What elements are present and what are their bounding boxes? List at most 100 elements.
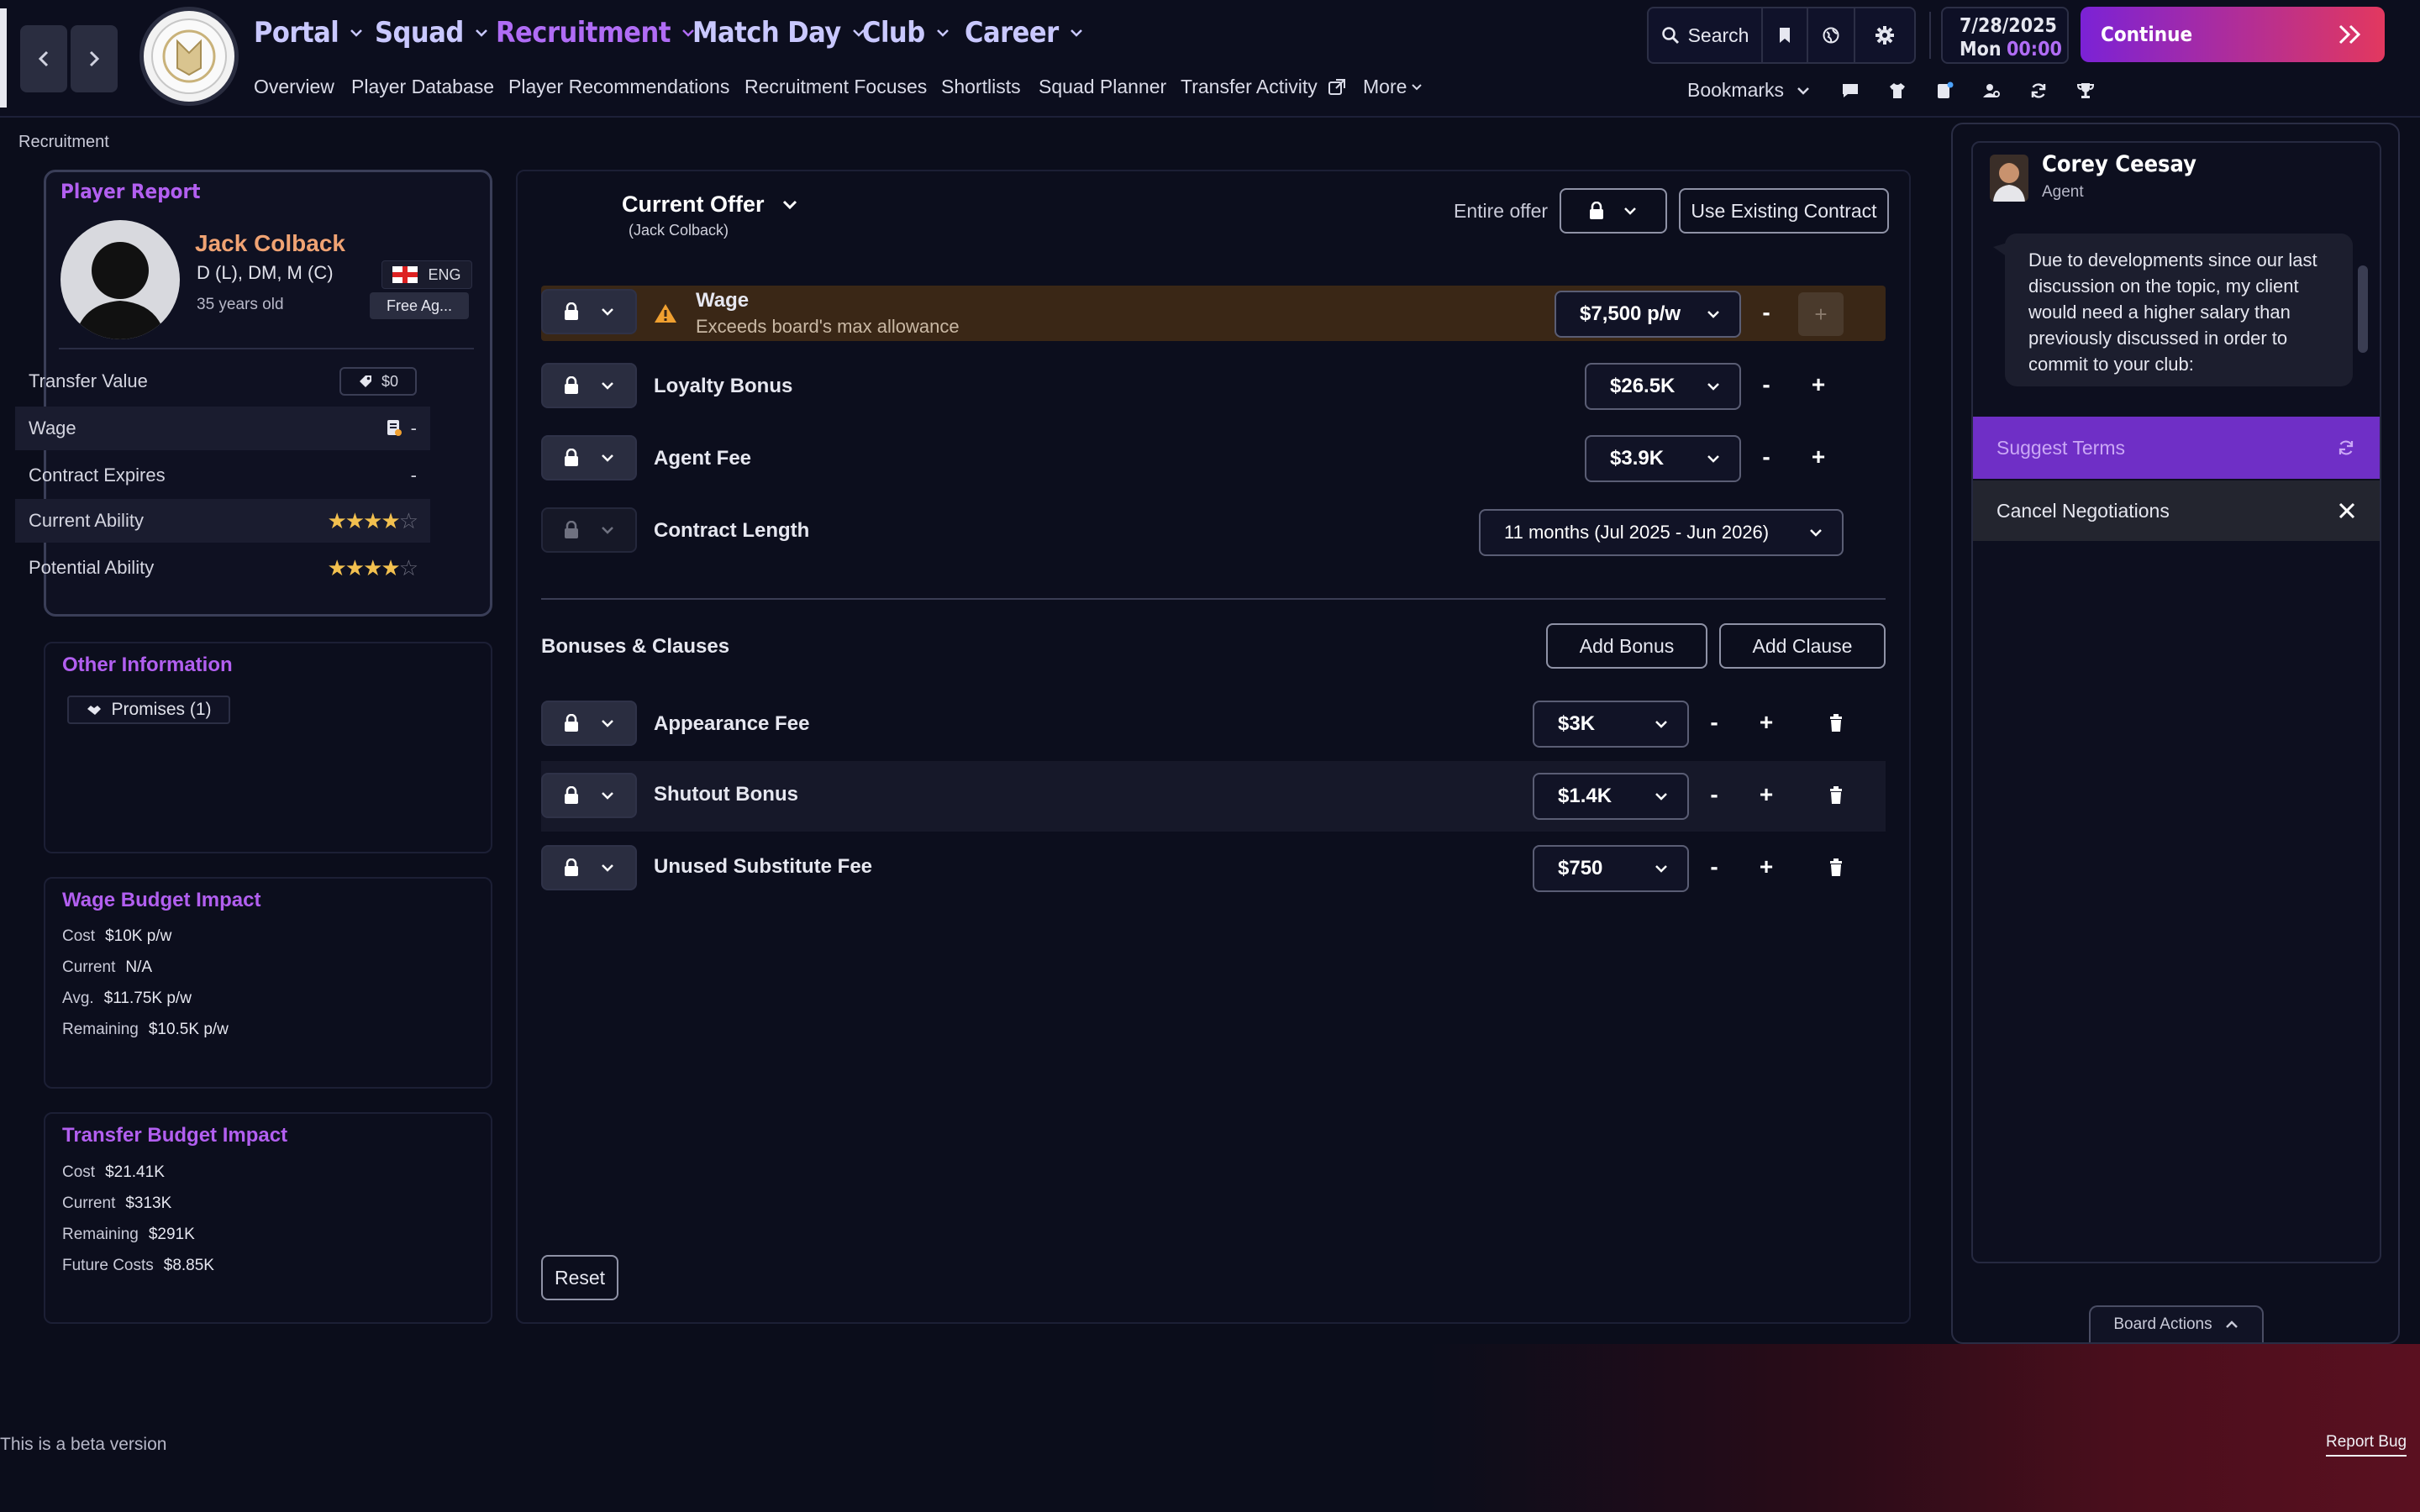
- back-button[interactable]: [20, 25, 67, 92]
- reset-button[interactable]: Reset: [541, 1255, 618, 1300]
- chat-scrollbar[interactable]: [2358, 265, 2368, 353]
- toolbar-group: Search: [1647, 7, 1916, 64]
- loyalty-bonus-dropdown[interactable]: $26.5K: [1585, 363, 1741, 410]
- game-date[interactable]: 7/28/2025 Mon 00:00: [1941, 7, 2069, 64]
- contract-length-label: Contract Length: [654, 519, 810, 542]
- agent-avatar[interactable]: [1990, 155, 2028, 202]
- wage-lock-dropdown[interactable]: [541, 289, 637, 334]
- wage-row: Wage -: [15, 407, 430, 450]
- wage-value-dropdown[interactable]: $7,500 p/w: [1555, 291, 1741, 338]
- agent-name[interactable]: Corey Ceesay: [2042, 151, 2196, 177]
- player-age: 35 years old: [197, 296, 284, 313]
- wage-decrease-button[interactable]: -: [1749, 299, 1783, 326]
- trophy-icon[interactable]: [2075, 81, 2096, 101]
- refresh-icon: [2338, 440, 2354, 455]
- unused-sub-fee-lock-dropdown[interactable]: [541, 845, 637, 890]
- unused-sub-fee-increase-button[interactable]: +: [1749, 853, 1783, 880]
- footer-decoration: [1428, 1344, 2420, 1512]
- cancel-negotiations-button[interactable]: Cancel Negotiations: [1973, 480, 2380, 541]
- agent-fee-lock-dropdown[interactable]: [541, 435, 637, 480]
- shutout-bonus-dropdown[interactable]: $1.4K: [1533, 773, 1689, 820]
- scout-icon[interactable]: [1981, 81, 2002, 101]
- report-bug-link[interactable]: Report Bug: [2326, 1433, 2407, 1457]
- wage-increase-button[interactable]: +: [1798, 292, 1844, 336]
- add-bonus-button[interactable]: Add Bonus: [1546, 623, 1707, 669]
- bonuses-clauses-title: Bonuses & Clauses: [541, 635, 730, 658]
- club-crest[interactable]: [139, 7, 239, 106]
- continue-button[interactable]: Continue: [2081, 7, 2385, 62]
- loyalty-lock-dropdown[interactable]: [541, 363, 637, 408]
- tactics-board-icon[interactable]: [1934, 81, 1954, 101]
- forward-button[interactable]: [71, 25, 118, 92]
- search-button[interactable]: Search: [1649, 8, 1763, 62]
- appearance-fee-lock-dropdown[interactable]: [541, 701, 637, 746]
- shutout-bonus-lock-dropdown[interactable]: [541, 773, 637, 818]
- loyalty-decrease-button[interactable]: -: [1749, 371, 1783, 398]
- appearance-fee-increase-button[interactable]: +: [1749, 709, 1783, 736]
- appearance-fee-dropdown[interactable]: $3K: [1533, 701, 1689, 748]
- search-icon: [1661, 27, 1679, 45]
- subnav-more[interactable]: More: [1363, 76, 1423, 98]
- trash-icon[interactable]: [1828, 714, 1844, 732]
- agent-fee-dropdown[interactable]: $3.9K: [1585, 435, 1741, 482]
- shutout-bonus-increase-button[interactable]: +: [1749, 781, 1783, 808]
- club-crest-icon: [151, 18, 227, 94]
- subnav-squad-planner[interactable]: Squad Planner: [1039, 76, 1166, 98]
- bookmark-button[interactable]: [1763, 8, 1808, 62]
- shutout-bonus-decrease-button[interactable]: -: [1697, 781, 1731, 808]
- quick-icons: [1840, 81, 2096, 101]
- world-button[interactable]: [1808, 8, 1855, 62]
- trash-icon[interactable]: [1828, 858, 1844, 877]
- agent-message: Due to developments since our last discu…: [2005, 234, 2353, 386]
- appearance-fee-label: Appearance Fee: [654, 712, 810, 735]
- player-report-title: Player Report: [60, 180, 201, 203]
- player-avatar[interactable]: [60, 220, 180, 339]
- transfer-value-badge[interactable]: $0: [339, 367, 417, 396]
- nav-squad[interactable]: Squad: [375, 12, 489, 54]
- promises-button[interactable]: Promises (1): [67, 696, 230, 724]
- trash-icon[interactable]: [1828, 786, 1844, 805]
- transfer-remaining-row: Remaining $291K: [62, 1226, 195, 1243]
- nav-career[interactable]: Career: [965, 12, 1084, 54]
- suggest-terms-button[interactable]: Suggest Terms: [1973, 417, 2380, 479]
- nav-match-day[interactable]: Match Day: [692, 12, 866, 54]
- unused-sub-fee-decrease-button[interactable]: -: [1697, 853, 1731, 880]
- agent-fee-decrease-button[interactable]: -: [1749, 444, 1783, 470]
- contract-length-dropdown[interactable]: 11 months (Jul 2025 - Jun 2026): [1479, 509, 1844, 556]
- bookmarks-dropdown[interactable]: Bookmarks: [1687, 79, 1811, 102]
- agent-fee-increase-button[interactable]: +: [1802, 444, 1835, 470]
- subnav-overview[interactable]: Overview: [254, 76, 334, 98]
- nav-portal[interactable]: Portal: [254, 12, 364, 54]
- nav-recruitment[interactable]: Recruitment: [496, 12, 696, 54]
- subnav-player-database[interactable]: Player Database: [351, 76, 494, 98]
- contract-status-badge[interactable]: Free Ag...: [370, 292, 469, 319]
- contract-length-lock-dropdown[interactable]: [541, 507, 637, 553]
- use-existing-contract-button[interactable]: Use Existing Contract: [1679, 188, 1889, 234]
- chat-icon[interactable]: [1840, 81, 1860, 101]
- shirt-icon[interactable]: [1887, 81, 1907, 101]
- board-actions-button[interactable]: Board Actions: [2089, 1305, 2264, 1342]
- offer-subtitle: (Jack Colback): [629, 222, 729, 239]
- loyalty-increase-button[interactable]: +: [1802, 371, 1835, 398]
- entire-offer-lock-dropdown[interactable]: [1560, 188, 1667, 234]
- player-name[interactable]: Jack Colback: [195, 230, 345, 257]
- subnav-player-recommendations[interactable]: Player Recommendations: [508, 76, 729, 98]
- offer-selector[interactable]: Current Offer: [622, 192, 798, 218]
- subnav-recruitment-focuses[interactable]: Recruitment Focuses: [744, 76, 927, 98]
- unused-sub-fee-dropdown[interactable]: $750: [1533, 845, 1689, 892]
- transfer-current-row: Current $313K: [62, 1194, 172, 1212]
- add-clause-button[interactable]: Add Clause: [1719, 623, 1886, 669]
- chevron-down-icon: [475, 29, 487, 37]
- subnav-transfer-activity[interactable]: Transfer Activity: [1181, 76, 1346, 98]
- nav-club[interactable]: Club: [862, 12, 950, 54]
- chevron-down-icon: [1707, 455, 1719, 463]
- breadcrumb[interactable]: Recruitment: [18, 133, 109, 152]
- chevron-down-icon: [602, 382, 613, 390]
- offer-panel: [516, 170, 1911, 1324]
- subnav-shortlists[interactable]: Shortlists: [941, 76, 1021, 98]
- nationality-badge[interactable]: ENG: [381, 260, 472, 289]
- card-divider: [59, 348, 474, 349]
- appearance-fee-decrease-button[interactable]: -: [1697, 709, 1731, 736]
- settings-button[interactable]: [1855, 8, 1914, 62]
- refresh-icon[interactable]: [2028, 81, 2049, 101]
